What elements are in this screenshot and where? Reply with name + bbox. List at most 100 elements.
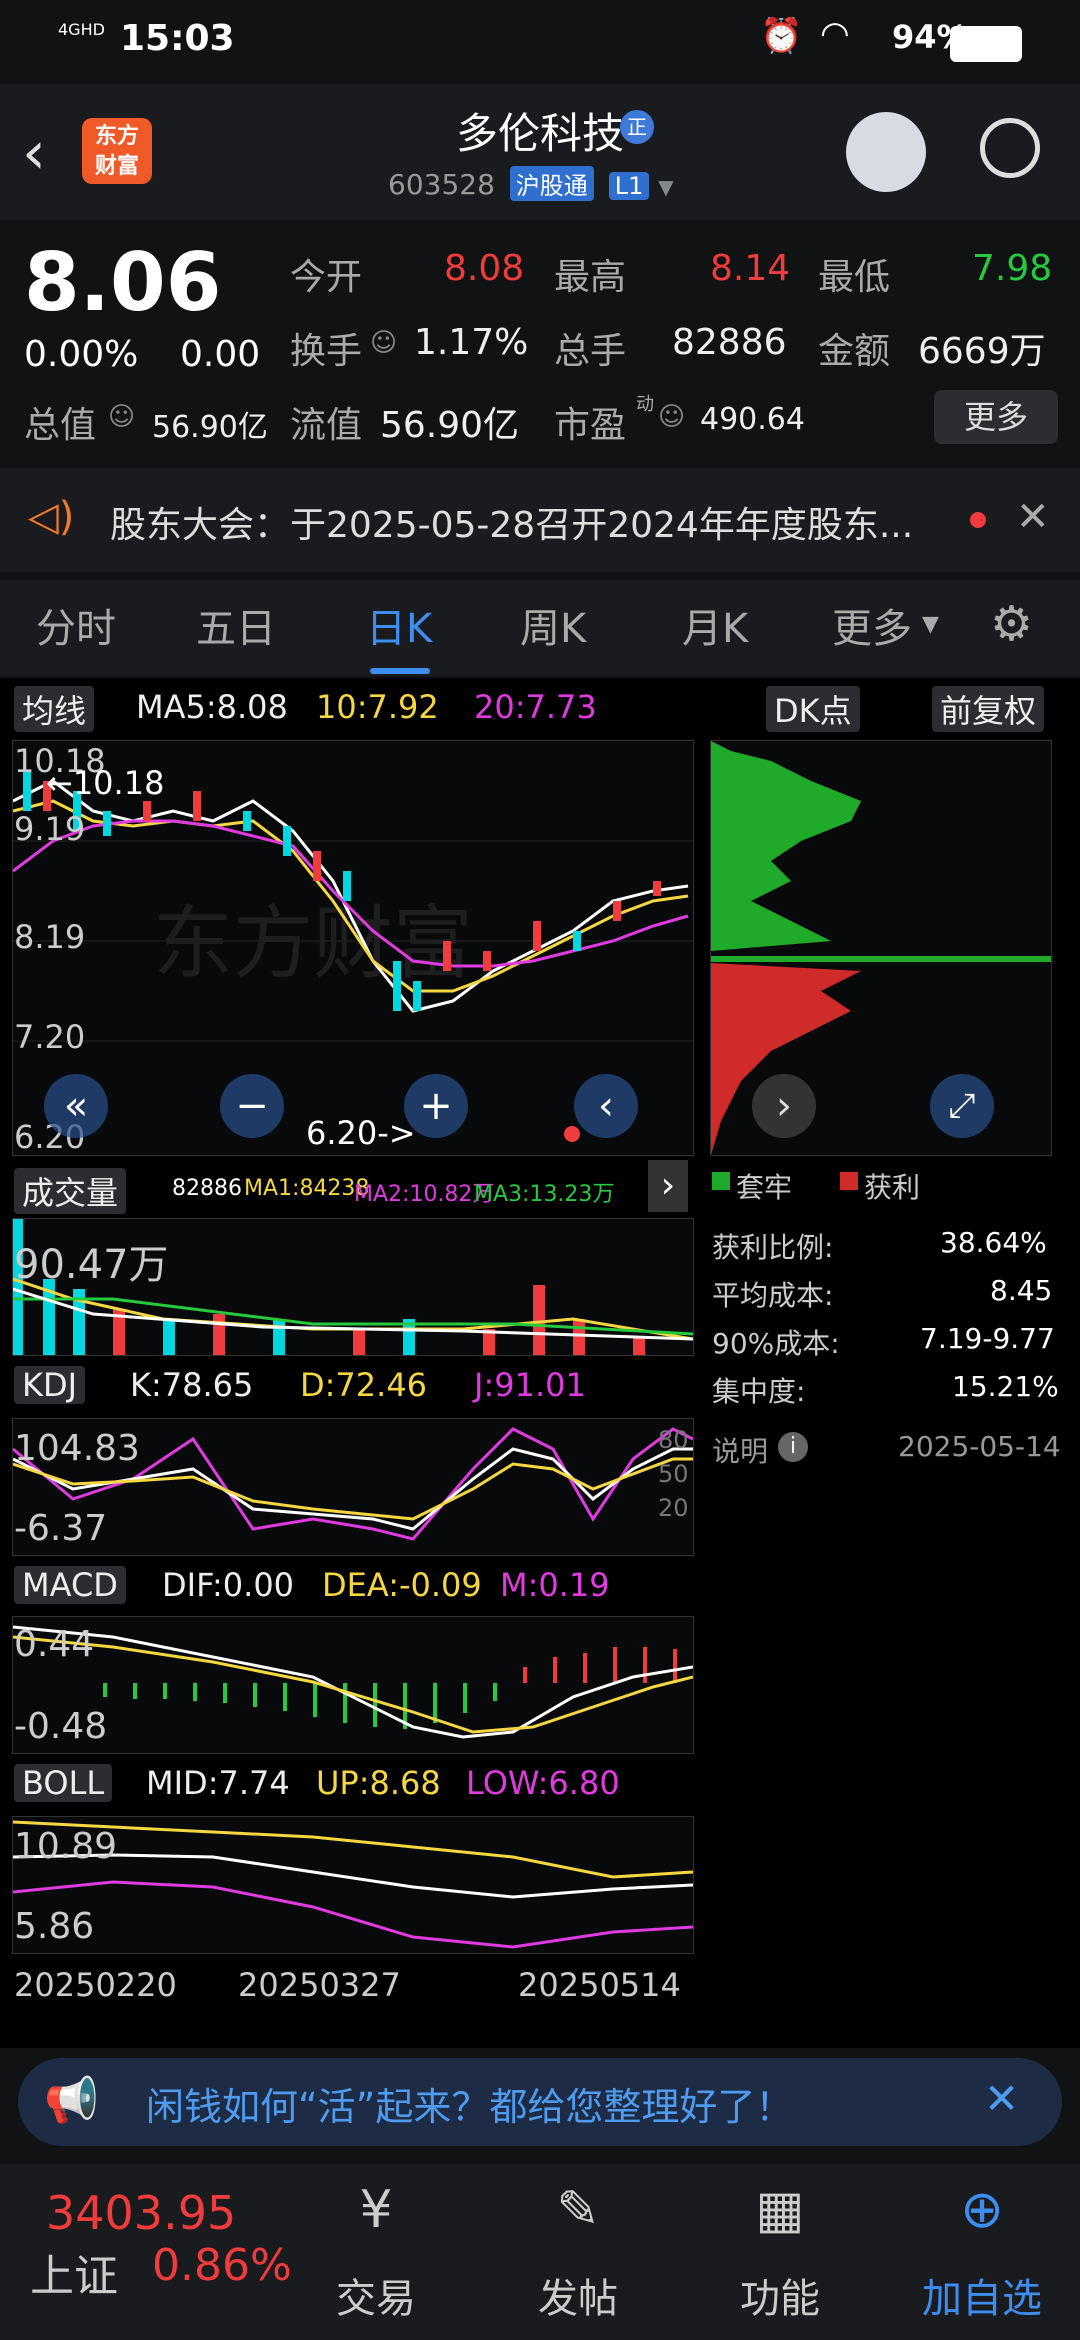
last-price: 8.06 xyxy=(24,236,222,329)
index-change[interactable]: 0.86% xyxy=(152,2240,292,2291)
unread-dot xyxy=(970,512,986,528)
turnover-label: 换手 xyxy=(290,331,363,372)
tab-intraday[interactable]: 分时 xyxy=(36,596,116,654)
kdj-level: 80 xyxy=(658,1426,689,1454)
expand-arrow-icon[interactable]: › xyxy=(648,1160,688,1212)
add-watchlist-icon[interactable]: ⊕ xyxy=(912,2180,1052,2240)
index-value[interactable]: 3403.95 xyxy=(46,2186,236,2240)
nav-post[interactable]: 发帖 xyxy=(508,2266,648,2324)
chip-row-value: 8.45 xyxy=(990,1274,1053,1307)
y-tick-4: 7.20 xyxy=(14,1018,86,1056)
chip-row-value: 38.64% xyxy=(940,1226,1047,1259)
open-value: 8.08 xyxy=(444,248,525,289)
y-tick-2: 9.19 xyxy=(14,810,86,848)
nav-trade[interactable]: 交易 xyxy=(306,2266,446,2324)
info-icon[interactable]: i xyxy=(778,1432,808,1462)
volume-y-label: 90.47万 xyxy=(14,1242,169,1288)
close-icon[interactable]: ✕ xyxy=(1016,494,1050,540)
tab-monthly-k[interactable]: 月K xyxy=(682,596,748,654)
status-bar: 4GHD 15:03 ⏰ ◠ 94% xyxy=(0,0,1080,84)
adjust-button[interactable]: 前复权 xyxy=(932,686,1045,732)
kdj-y-bottom: -6.37 xyxy=(14,1508,108,1549)
date-tick: 20250327 xyxy=(238,1966,401,2004)
caret-down-icon: ▼ xyxy=(922,612,939,637)
high-label: 最高 xyxy=(554,257,627,298)
chip-date: 2025-05-14 xyxy=(898,1430,1061,1463)
boll-y-bottom: 5.86 xyxy=(14,1906,95,1947)
wifi-icon: ◠ xyxy=(820,14,850,54)
kdj-y-top: 104.83 xyxy=(14,1428,140,1469)
date-tick: 20250514 xyxy=(518,1966,681,2004)
search-icon[interactable] xyxy=(980,118,1040,178)
more-button[interactable]: 更多 xyxy=(934,390,1058,444)
robot-avatar-icon[interactable] xyxy=(846,112,926,192)
caret-down-icon[interactable]: ▼ xyxy=(658,175,673,199)
tab-more[interactable]: 更多 xyxy=(832,596,912,654)
info-icon[interactable]: ☺ xyxy=(108,402,135,432)
tab-5day[interactable]: 五日 xyxy=(196,596,276,654)
tab-daily-k[interactable]: 日K xyxy=(366,596,432,654)
ma10-value: 10:7.92 xyxy=(316,688,439,726)
macd-y-bottom: -0.48 xyxy=(14,1706,108,1747)
nav-functions[interactable]: 功能 xyxy=(710,2266,850,2324)
zoom-out-icon[interactable]: − xyxy=(220,1074,284,1138)
expand-icon[interactable]: ⤢ xyxy=(930,1074,994,1138)
megaphone-icon: 📢 xyxy=(44,2075,99,2126)
y-tick-3: 8.19 xyxy=(14,918,86,956)
volume-ma1: MA1:84238 xyxy=(244,1176,370,1201)
trade-icon[interactable]: ¥ xyxy=(306,2180,446,2240)
low-label: 最低 xyxy=(818,257,891,298)
legend-swatch-trap xyxy=(712,1172,730,1190)
macd-selector[interactable]: MACD xyxy=(14,1566,126,1604)
amount-value: 6669万 xyxy=(918,331,1046,372)
info-icon[interactable]: ☺ xyxy=(370,328,397,358)
ma-selector[interactable]: 均线 xyxy=(14,686,95,732)
notice-text[interactable]: 股东大会：于2025-05-28召开2024年年度股东... xyxy=(110,496,913,548)
low-annotation: 6.20-> xyxy=(306,1114,416,1152)
scroll-left-icon[interactable]: « xyxy=(44,1074,108,1138)
kdj-j: J:91.01 xyxy=(474,1366,586,1404)
kdj-d: D:72.46 xyxy=(300,1366,428,1404)
turnover-value: 1.17% xyxy=(414,322,529,363)
legend-trap: 套牢 xyxy=(736,1171,793,1204)
volume-current: 82886 xyxy=(172,1176,242,1201)
gear-icon[interactable]: ⚙ xyxy=(990,596,1033,652)
tab-weekly-k[interactable]: 周K xyxy=(520,596,586,654)
kdj-level: 50 xyxy=(658,1460,689,1488)
volume-selector[interactable]: 成交量 xyxy=(14,1168,127,1214)
info-icon[interactable]: ☺ xyxy=(658,402,685,432)
macd-y-top: 0.44 xyxy=(14,1624,95,1665)
battery-icon xyxy=(950,26,1022,62)
macd-dif: DIF:0.00 xyxy=(162,1566,295,1604)
zoom-in-icon[interactable]: + xyxy=(404,1074,468,1138)
chip-row-value: 7.19-9.77 xyxy=(920,1322,1055,1355)
macd-dea: DEA:-0.09 xyxy=(322,1566,482,1604)
kdj-k: K:78.65 xyxy=(130,1366,254,1404)
functions-icon[interactable]: ▦ xyxy=(710,2180,850,2240)
pe-sup: 动 xyxy=(636,394,654,415)
signal-icon: 4GHD xyxy=(58,20,105,39)
dk-button[interactable]: DK点 xyxy=(766,686,860,732)
chip-row-value: 15.21% xyxy=(952,1370,1059,1403)
kdj-selector[interactable]: KDJ xyxy=(14,1366,86,1404)
chip-row-label: 集中度: xyxy=(712,1375,806,1408)
legend-profit: 获利 xyxy=(864,1171,921,1204)
ma20-value: 20:7.73 xyxy=(474,688,597,726)
explain-link[interactable]: 说明 xyxy=(712,1430,768,1470)
index-name[interactable]: 上证 xyxy=(30,2240,118,2304)
ma5-value: MA5:8.08 xyxy=(136,688,288,726)
kdj-level: 20 xyxy=(658,1494,689,1522)
status-time: 15:03 xyxy=(120,18,235,59)
volume-value: 82886 xyxy=(672,322,787,363)
close-icon[interactable]: ✕ xyxy=(984,2074,1019,2123)
boll-selector[interactable]: BOLL xyxy=(14,1764,113,1802)
nav-add-watchlist[interactable]: 加自选 xyxy=(906,2266,1058,2324)
level-tag: L1 xyxy=(608,172,650,200)
post-icon[interactable]: ✎ xyxy=(508,2180,648,2240)
banner-text[interactable]: 闲钱如何“活”起来？都给您整理好了！ xyxy=(146,2076,793,2131)
boll-mid: MID:7.74 xyxy=(146,1764,290,1802)
macd-svg xyxy=(12,1625,694,1739)
prev-icon[interactable]: ‹ xyxy=(574,1074,638,1138)
next-icon[interactable]: › xyxy=(752,1074,816,1138)
stock-code: 603528 xyxy=(388,168,495,201)
